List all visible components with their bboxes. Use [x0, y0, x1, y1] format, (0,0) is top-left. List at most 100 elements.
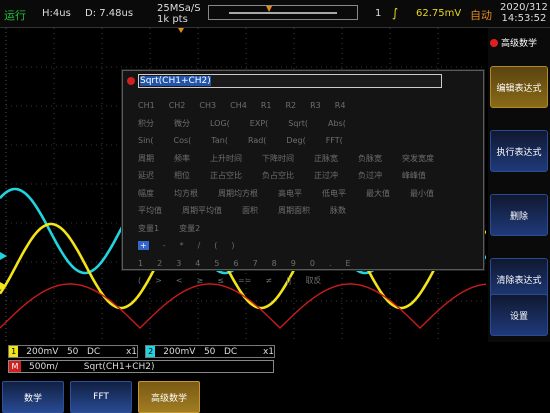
keyboard-key[interactable]: >	[155, 276, 162, 285]
edit-expression-button[interactable]: 编辑表达式	[490, 66, 548, 108]
trigger-source[interactable]: 1	[375, 8, 381, 19]
keyboard-key[interactable]: 相位	[174, 170, 190, 181]
execute-expression-button[interactable]: 执行表达式	[490, 130, 548, 172]
keyboard-key[interactable]: CH2	[169, 101, 186, 110]
keyboard-key[interactable]: 周期	[138, 153, 154, 164]
keyboard-key[interactable]: 最大值	[366, 188, 390, 199]
keyboard-key[interactable]: 突发宽度	[402, 153, 434, 164]
keyboard-key[interactable]: ≥	[197, 276, 204, 285]
keyboard-key[interactable]: R2	[285, 101, 296, 110]
trigger-mode[interactable]: 自动	[470, 7, 492, 23]
keyboard-key[interactable]: CH3	[199, 101, 216, 110]
keyboard-key[interactable]: EXP(	[250, 119, 268, 128]
keyboard-key[interactable]: 频率	[174, 153, 190, 164]
keyboard-key[interactable]: -	[163, 241, 166, 250]
expression-keyboard: CH1 CH2 CH3 CH4 R1 R2 R3 R4 积分 微分 LOG( EXP( Sqrt( Abs…	[138, 97, 478, 290]
keyboard-row: 周期 频率 上升时间 下降时间 正脉宽 负脉宽 突发宽度	[138, 150, 478, 168]
keyboard-key[interactable]: CH4	[230, 101, 247, 110]
keyboard-key[interactable]: Sin(	[138, 136, 154, 145]
side-menu: 高级数学 编辑表达式 执行表达式 删除 清除表达式 设置	[488, 28, 550, 342]
keyboard-key[interactable]: +	[138, 241, 149, 251]
keyboard-key[interactable]: R3	[310, 101, 321, 110]
keyboard-key[interactable]: E	[345, 259, 350, 268]
keyboard-key[interactable]: Deg(	[286, 136, 305, 145]
keyboard-key[interactable]: )	[231, 241, 234, 250]
keyboard-key[interactable]: 正占空比	[210, 170, 242, 181]
keyboard-key[interactable]: 低电平	[322, 188, 346, 199]
keyboard-key[interactable]: 最小值	[410, 188, 434, 199]
keyboard-key[interactable]: /	[198, 241, 201, 250]
keyboard-key[interactable]: LOG(	[210, 119, 230, 128]
keyboard-key[interactable]: 幅度	[138, 188, 154, 199]
keyboard-key[interactable]: 负占空比	[262, 170, 294, 181]
delete-button[interactable]: 删除	[490, 194, 548, 236]
keyboard-row: 积分 微分 LOG( EXP( Sqrt( Abs(	[138, 115, 478, 133]
math-label: M	[9, 361, 21, 372]
keyboard-key[interactable]: 面积	[242, 205, 258, 216]
memory-depth: 1k pts	[157, 14, 188, 25]
keyboard-key[interactable]: 脉数	[330, 205, 346, 216]
keyboard-key[interactable]: 变量2	[179, 223, 200, 234]
keyboard-key[interactable]: 变量1	[138, 223, 159, 234]
horizontal-scale[interactable]: H:4us	[42, 8, 71, 19]
keyboard-key[interactable]: ≤	[217, 276, 224, 285]
keyboard-key[interactable]: <	[176, 276, 183, 285]
keyboard-key[interactable]: 2	[157, 259, 162, 268]
keyboard-key[interactable]: Abs(	[328, 119, 346, 128]
softkey-advanced-math[interactable]: 高级数学	[138, 381, 200, 413]
keyboard-key[interactable]: 8	[272, 259, 277, 268]
keyboard-key[interactable]: 取反	[305, 275, 321, 286]
keyboard-key[interactable]: Sqrt(	[288, 119, 308, 128]
keyboard-key[interactable]: 5	[214, 259, 219, 268]
keyboard-key[interactable]: 周期均方根	[218, 188, 258, 199]
keyboard-key[interactable]: Rad(	[248, 136, 266, 145]
softkey-fft[interactable]: FFT	[70, 381, 132, 413]
keyboard-key[interactable]: FFT(	[326, 136, 343, 145]
keyboard-key[interactable]: 延迟	[138, 170, 154, 181]
settings-button[interactable]: 设置	[490, 294, 548, 336]
keyboard-key[interactable]: 6	[233, 259, 238, 268]
keyboard-key[interactable]: 1	[138, 259, 143, 268]
keyboard-key[interactable]: 下降时间	[262, 153, 294, 164]
ch1-info[interactable]: 1 200mV 50 DC x1	[8, 345, 138, 358]
keyboard-key[interactable]: ||	[286, 276, 291, 285]
keyboard-key[interactable]: 正脉宽	[314, 153, 338, 164]
keyboard-key[interactable]: 平均值	[138, 205, 162, 216]
ch2-info[interactable]: 2 200mV 50 DC x1	[145, 345, 275, 358]
keyboard-key[interactable]: 峰峰值	[402, 170, 426, 181]
keyboard-key[interactable]: R4	[335, 101, 346, 110]
keyboard-key[interactable]: 负过冲	[358, 170, 382, 181]
softkey-math[interactable]: 数学	[2, 381, 64, 413]
keyboard-key[interactable]: ≠	[265, 276, 272, 285]
keyboard-key[interactable]: 9	[291, 259, 296, 268]
keyboard-key[interactable]: Cos(	[174, 136, 192, 145]
keyboard-key[interactable]: R1	[261, 101, 272, 110]
keyboard-key[interactable]: 微分	[174, 118, 190, 129]
keyboard-key[interactable]: (	[138, 276, 141, 285]
keyboard-key[interactable]: 7	[253, 259, 258, 268]
math-waveform	[0, 283, 486, 329]
keyboard-key[interactable]: ==	[238, 276, 251, 285]
keyboard-key[interactable]: .	[329, 259, 332, 268]
keyboard-key[interactable]: 积分	[138, 118, 154, 129]
run-status[interactable]: 运行	[4, 7, 26, 23]
keyboard-key[interactable]: (	[214, 241, 217, 250]
horizontal-delay[interactable]: D: 7.48us	[85, 8, 133, 19]
keyboard-key[interactable]: 周期平均值	[182, 205, 222, 216]
keyboard-key[interactable]: 高电平	[278, 188, 302, 199]
keyboard-key[interactable]: Tan(	[211, 136, 228, 145]
keyboard-key[interactable]: 正过冲	[314, 170, 338, 181]
keyboard-key[interactable]: 周期面积	[278, 205, 310, 216]
keyboard-key[interactable]: *	[180, 241, 184, 250]
trigger-level[interactable]: 62.75mV	[416, 8, 461, 19]
clock: 2020/312 14:53:52	[500, 2, 548, 24]
math-info[interactable]: M 500m/ Sqrt(CH1+CH2)	[8, 360, 274, 373]
keyboard-key[interactable]: CH1	[138, 101, 155, 110]
keyboard-key[interactable]: 均方根	[174, 188, 198, 199]
expression-input[interactable]: Sqrt(CH1+CH2)	[138, 74, 442, 88]
keyboard-key[interactable]: 负脉宽	[358, 153, 382, 164]
keyboard-key[interactable]: 上升时间	[210, 153, 242, 164]
keyboard-key[interactable]: 4	[195, 259, 200, 268]
keyboard-key[interactable]: 0	[310, 259, 315, 268]
keyboard-key[interactable]: 3	[176, 259, 181, 268]
